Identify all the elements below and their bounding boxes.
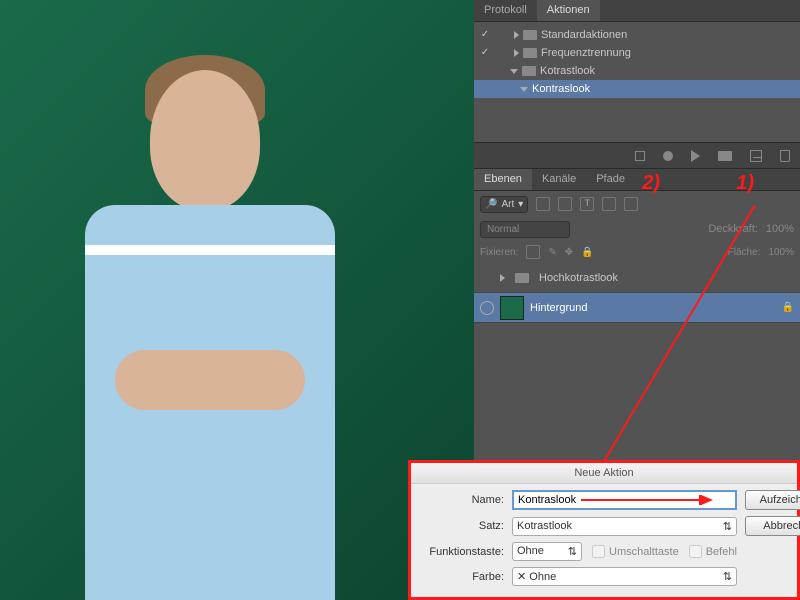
blend-row: Normal Deckkraft: 100% (474, 217, 800, 241)
action-set-standard[interactable]: Standardaktionen (474, 26, 800, 44)
folder-icon (522, 66, 536, 76)
annotation-2: 2) (642, 172, 660, 195)
fill-value[interactable]: 100% (768, 247, 794, 258)
tab-protokoll[interactable]: Protokoll (474, 0, 537, 21)
layer-thumbnail (500, 296, 524, 320)
action-kontraslook[interactable]: Kontraslook (474, 80, 800, 98)
fill-label: Fläche: (728, 247, 761, 258)
disclosure-icon[interactable] (514, 31, 519, 39)
tab-ebenen[interactable]: Ebenen (474, 169, 532, 190)
action-label: Standardaktionen (541, 29, 627, 41)
disclosure-icon[interactable] (500, 274, 505, 282)
dialog-toggle-icon[interactable] (492, 64, 506, 78)
record-icon[interactable] (663, 151, 673, 161)
disclosure-icon[interactable] (520, 87, 528, 92)
shift-checkbox[interactable]: Umschalttaste (592, 545, 679, 558)
lock-move-icon[interactable]: ✥ (565, 247, 573, 258)
filter-shape-icon[interactable] (602, 197, 616, 211)
layer-label: Hintergrund (530, 302, 587, 314)
visibility-icon[interactable] (480, 271, 494, 285)
dialog-toggle-icon[interactable] (496, 28, 510, 42)
folder-icon (523, 30, 537, 40)
search-icon: 🔎 (485, 199, 497, 210)
blend-mode-select[interactable]: Normal (480, 221, 570, 238)
document-canvas (0, 0, 474, 600)
folder-icon (523, 48, 537, 58)
actions-tree: Standardaktionen Frequenztrennung Kotras… (474, 22, 800, 142)
dialog-toggle-icon[interactable] (496, 46, 510, 60)
chevron-down-icon: ▾ (518, 199, 523, 210)
lock-row: Fixieren: ✎ ✥ 🔒 Fläche: 100% (474, 241, 800, 263)
lock-label: Fixieren: (480, 247, 518, 258)
disclosure-icon[interactable] (514, 49, 519, 57)
lock-icon: 🔒 (782, 302, 794, 313)
fn-select[interactable]: Ohne⇅ (512, 542, 582, 561)
lock-all-icon[interactable]: 🔒 (581, 247, 593, 258)
layer-label: Hochkotrastlook (539, 272, 618, 284)
chevron-updown-icon: ⇅ (723, 570, 732, 583)
chevron-updown-icon: ⇅ (568, 545, 577, 558)
dialog-title: Neue Aktion (411, 463, 797, 484)
folder-icon (515, 273, 529, 283)
tab-kanaele[interactable]: Kanäle (532, 169, 586, 190)
satz-label: Satz: (419, 520, 504, 532)
action-set-freq[interactable]: Frequenztrennung (474, 44, 800, 62)
record-button[interactable]: Aufzeichnen (745, 490, 800, 510)
disclosure-icon[interactable] (510, 69, 518, 74)
cancel-button[interactable]: Abbrechen (745, 516, 800, 536)
filter-adjust-icon[interactable] (558, 197, 572, 211)
visibility-icon[interactable] (480, 301, 494, 315)
lock-trans-icon[interactable] (526, 245, 540, 259)
new-action-icon[interactable] (750, 150, 762, 162)
layer-hintergrund[interactable]: Hintergrund 🔒 (474, 293, 800, 323)
actions-toolbar (474, 142, 800, 168)
opacity-label: Deckkraft: (708, 223, 758, 235)
annotation-1: 1) (736, 172, 754, 195)
stop-icon[interactable] (635, 151, 645, 161)
action-set-kotrast[interactable]: Kotrastlook (474, 62, 800, 80)
tab-pfade[interactable]: Pfade (586, 169, 635, 190)
satz-select[interactable]: Kotrastlook⇅ (512, 517, 737, 536)
panel-dock: Protokoll Aktionen Standardaktionen Freq… (474, 0, 800, 460)
filter-kind-select[interactable]: 🔎 Art ▾ (480, 196, 528, 213)
action-label: Frequenztrennung (541, 47, 631, 59)
tab-aktionen[interactable]: Aktionen (537, 0, 600, 21)
actions-panel-tabs: Protokoll Aktionen (474, 0, 800, 22)
fn-label: Funktionstaste: (419, 546, 504, 558)
play-icon[interactable] (691, 150, 700, 162)
filter-type-icon[interactable]: T (580, 197, 594, 211)
check-icon[interactable] (478, 46, 492, 60)
name-input[interactable] (512, 490, 737, 510)
farbe-label: Farbe: (419, 571, 504, 583)
farbe-select[interactable]: ✕ Ohne⇅ (512, 567, 737, 586)
chevron-updown-icon: ⇅ (723, 520, 732, 533)
filter-pixel-icon[interactable] (536, 197, 550, 211)
check-icon[interactable] (478, 28, 492, 42)
filter-smart-icon[interactable] (624, 197, 638, 211)
action-label: Kotrastlook (540, 65, 595, 77)
action-label: Kontraslook (532, 83, 590, 95)
lock-brush-icon[interactable]: ✎ (548, 247, 556, 258)
new-action-dialog: Neue Aktion Name: Aufzeichnen Satz: Kotr… (408, 460, 800, 600)
photo-subject (40, 40, 380, 600)
trash-icon[interactable] (780, 150, 790, 162)
opacity-value[interactable]: 100% (766, 223, 794, 235)
name-label: Name: (419, 494, 504, 506)
new-set-icon[interactable] (718, 151, 732, 161)
layer-group-hochkontrast[interactable]: Hochkotrastlook (474, 263, 800, 293)
cmd-checkbox[interactable]: Befehl (689, 545, 737, 558)
